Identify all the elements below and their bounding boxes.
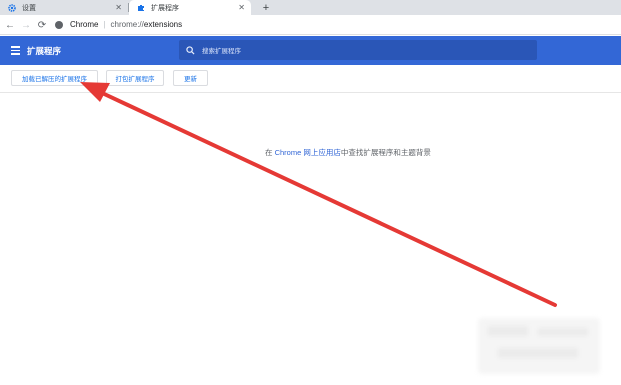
annotation-arrow [80, 82, 557, 307]
